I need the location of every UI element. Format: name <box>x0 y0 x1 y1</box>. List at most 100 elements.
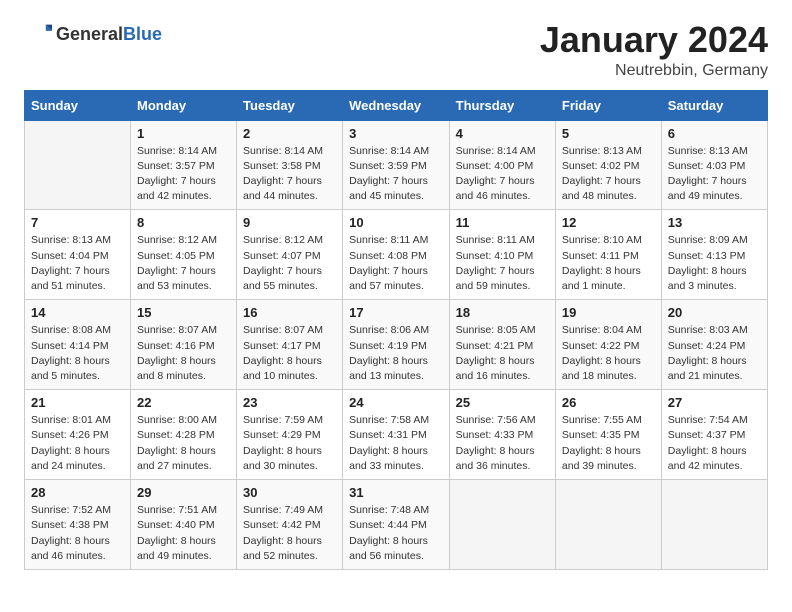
col-header-thursday: Thursday <box>449 90 555 120</box>
day-info: Sunrise: 7:48 AMSunset: 4:44 PMDaylight:… <box>349 503 443 564</box>
day-info: Sunrise: 8:09 AMSunset: 4:13 PMDaylight:… <box>668 233 761 294</box>
day-number: 6 <box>668 126 761 141</box>
calendar-cell: 11 Sunrise: 8:11 AMSunset: 4:10 PMDayligh… <box>449 210 555 300</box>
page-header: GeneralBlue January 2024 Neutrebbin, Ger… <box>24 20 768 80</box>
day-info: Sunrise: 8:06 AMSunset: 4:19 PMDaylight:… <box>349 323 443 384</box>
day-info: Sunrise: 8:00 AMSunset: 4:28 PMDaylight:… <box>137 413 230 474</box>
day-info: Sunrise: 7:49 AMSunset: 4:42 PMDaylight:… <box>243 503 336 564</box>
day-info: Sunrise: 7:59 AMSunset: 4:29 PMDaylight:… <box>243 413 336 474</box>
col-header-friday: Friday <box>555 90 661 120</box>
calendar-cell: 17 Sunrise: 8:06 AMSunset: 4:19 PMDayligh… <box>343 300 450 390</box>
day-info: Sunrise: 7:58 AMSunset: 4:31 PMDaylight:… <box>349 413 443 474</box>
day-number: 11 <box>456 215 549 230</box>
day-info: Sunrise: 8:01 AMSunset: 4:26 PMDaylight:… <box>31 413 124 474</box>
calendar-week-2: 7Sunrise: 8:13 AMSunset: 4:04 PMDaylight… <box>25 210 768 300</box>
day-number: 27 <box>668 395 761 410</box>
day-info: Sunrise: 8:13 AMSunset: 4:02 PMDaylight:… <box>562 144 655 205</box>
calendar-cell: 18 Sunrise: 8:05 AMSunset: 4:21 PMDayligh… <box>449 300 555 390</box>
calendar-cell <box>25 120 131 210</box>
day-info: Sunrise: 8:05 AMSunset: 4:21 PMDaylight:… <box>456 323 549 384</box>
day-number: 3 <box>349 126 443 141</box>
day-info: Sunrise: 8:07 AMSunset: 4:17 PMDaylight:… <box>243 323 336 384</box>
day-number: 13 <box>668 215 761 230</box>
calendar-cell: 7Sunrise: 8:13 AMSunset: 4:04 PMDaylight… <box>25 210 131 300</box>
calendar-cell: 29Sunrise: 7:51 AMSunset: 4:40 PMDayligh… <box>131 480 237 570</box>
day-number: 10 <box>349 215 443 230</box>
col-header-monday: Monday <box>131 90 237 120</box>
calendar-cell: 28Sunrise: 7:52 AMSunset: 4:38 PMDayligh… <box>25 480 131 570</box>
calendar-cell <box>661 480 767 570</box>
day-number: 7 <box>31 215 124 230</box>
calendar-table: SundayMondayTuesdayWednesdayThursdayFrid… <box>24 90 768 570</box>
header-row: SundayMondayTuesdayWednesdayThursdayFrid… <box>25 90 768 120</box>
day-info: Sunrise: 7:56 AMSunset: 4:33 PMDaylight:… <box>456 413 549 474</box>
calendar-cell: 30 Sunrise: 7:49 AMSunset: 4:42 PMDayligh… <box>237 480 343 570</box>
day-info: Sunrise: 8:14 AMSunset: 3:59 PMDaylight:… <box>349 144 443 205</box>
calendar-cell: 1 Sunrise: 8:14 AMSunset: 3:57 PMDaylight… <box>131 120 237 210</box>
day-number: 19 <box>562 305 655 320</box>
day-number: 23 <box>243 395 336 410</box>
day-number: 26 <box>562 395 655 410</box>
day-number: 1 <box>137 126 230 141</box>
logo-icon <box>24 20 52 48</box>
day-info: Sunrise: 8:12 AMSunset: 4:07 PMDaylight:… <box>243 233 336 294</box>
calendar-cell: 22Sunrise: 8:00 AMSunset: 4:28 PMDayligh… <box>131 390 237 480</box>
calendar-cell: 23 Sunrise: 7:59 AMSunset: 4:29 PMDayligh… <box>237 390 343 480</box>
calendar-cell: 20 Sunrise: 8:03 AMSunset: 4:24 PMDayligh… <box>661 300 767 390</box>
day-number: 5 <box>562 126 655 141</box>
day-number: 14 <box>31 305 124 320</box>
day-info: Sunrise: 7:51 AMSunset: 4:40 PMDaylight:… <box>137 503 230 564</box>
col-header-saturday: Saturday <box>661 90 767 120</box>
calendar-cell <box>449 480 555 570</box>
day-number: 21 <box>31 395 124 410</box>
day-number: 4 <box>456 126 549 141</box>
day-info: Sunrise: 8:14 AMSunset: 3:57 PMDaylight:… <box>137 144 230 205</box>
logo: GeneralBlue <box>24 20 162 48</box>
calendar-cell: 27Sunrise: 7:54 AMSunset: 4:37 PMDayligh… <box>661 390 767 480</box>
day-info: Sunrise: 8:12 AMSunset: 4:05 PMDaylight:… <box>137 233 230 294</box>
calendar-week-4: 21 Sunrise: 8:01 AMSunset: 4:26 PMDayligh… <box>25 390 768 480</box>
day-number: 18 <box>456 305 549 320</box>
day-info: Sunrise: 8:08 AMSunset: 4:14 PMDaylight:… <box>31 323 124 384</box>
calendar-cell: 9Sunrise: 8:12 AMSunset: 4:07 PMDaylight… <box>237 210 343 300</box>
day-info: Sunrise: 7:52 AMSunset: 4:38 PMDaylight:… <box>31 503 124 564</box>
col-header-wednesday: Wednesday <box>343 90 450 120</box>
day-number: 12 <box>562 215 655 230</box>
calendar-cell: 19 Sunrise: 8:04 AMSunset: 4:22 PMDayligh… <box>555 300 661 390</box>
day-info: Sunrise: 8:11 AMSunset: 4:08 PMDaylight:… <box>349 233 443 294</box>
day-number: 31 <box>349 485 443 500</box>
day-info: Sunrise: 8:11 AMSunset: 4:10 PMDaylight:… <box>456 233 549 294</box>
calendar-cell: 10 Sunrise: 8:11 AMSunset: 4:08 PMDayligh… <box>343 210 450 300</box>
calendar-week-5: 28Sunrise: 7:52 AMSunset: 4:38 PMDayligh… <box>25 480 768 570</box>
calendar-cell: 24Sunrise: 7:58 AMSunset: 4:31 PMDayligh… <box>343 390 450 480</box>
day-info: Sunrise: 8:07 AMSunset: 4:16 PMDaylight:… <box>137 323 230 384</box>
day-info: Sunrise: 8:14 AMSunset: 4:00 PMDaylight:… <box>456 144 549 205</box>
day-info: Sunrise: 7:55 AMSunset: 4:35 PMDaylight:… <box>562 413 655 474</box>
location-subtitle: Neutrebbin, Germany <box>540 62 768 80</box>
day-number: 25 <box>456 395 549 410</box>
calendar-cell: 12Sunrise: 8:10 AMSunset: 4:11 PMDayligh… <box>555 210 661 300</box>
calendar-cell: 21 Sunrise: 8:01 AMSunset: 4:26 PMDayligh… <box>25 390 131 480</box>
calendar-cell: 6 Sunrise: 8:13 AMSunset: 4:03 PMDaylight… <box>661 120 767 210</box>
calendar-cell: 5 Sunrise: 8:13 AMSunset: 4:02 PMDaylight… <box>555 120 661 210</box>
day-info: Sunrise: 8:03 AMSunset: 4:24 PMDaylight:… <box>668 323 761 384</box>
title-block: January 2024 Neutrebbin, Germany <box>540 20 768 80</box>
col-header-sunday: Sunday <box>25 90 131 120</box>
day-info: Sunrise: 8:14 AMSunset: 3:58 PMDaylight:… <box>243 144 336 205</box>
day-number: 16 <box>243 305 336 320</box>
day-number: 8 <box>137 215 230 230</box>
calendar-cell: 13 Sunrise: 8:09 AMSunset: 4:13 PMDayligh… <box>661 210 767 300</box>
calendar-cell: 26 Sunrise: 7:55 AMSunset: 4:35 PMDayligh… <box>555 390 661 480</box>
calendar-cell: 25 Sunrise: 7:56 AMSunset: 4:33 PMDayligh… <box>449 390 555 480</box>
day-number: 20 <box>668 305 761 320</box>
calendar-cell: 16 Sunrise: 8:07 AMSunset: 4:17 PMDayligh… <box>237 300 343 390</box>
day-info: Sunrise: 8:04 AMSunset: 4:22 PMDaylight:… <box>562 323 655 384</box>
day-info: Sunrise: 8:13 AMSunset: 4:03 PMDaylight:… <box>668 144 761 205</box>
day-number: 2 <box>243 126 336 141</box>
calendar-cell <box>555 480 661 570</box>
day-number: 30 <box>243 485 336 500</box>
day-number: 17 <box>349 305 443 320</box>
day-number: 15 <box>137 305 230 320</box>
month-title: January 2024 <box>540 20 768 60</box>
calendar-cell: 8 Sunrise: 8:12 AMSunset: 4:05 PMDaylight… <box>131 210 237 300</box>
